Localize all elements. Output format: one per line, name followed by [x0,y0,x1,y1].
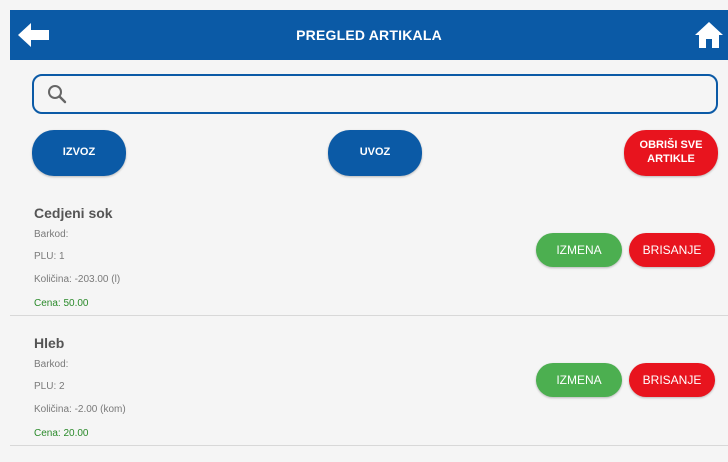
delete-all-items-button[interactable]: OBRIŠI SVE ARTIKLE [624,130,718,176]
list-item: Hleb Barkod: PLU: 2 Količina: -2.00 (kom… [10,317,728,446]
item-name: Hleb [34,335,65,351]
import-button[interactable]: UVOZ [328,130,422,176]
export-button[interactable]: IZVOZ [32,130,126,176]
delete-all-label-line1: OBRIŠI SVE [639,139,703,152]
edit-button-label: IZMENA [556,373,602,387]
delete-all-label-line2: ARTIKLE [647,153,695,165]
list-item: Cedjeni sok Barkod: PLU: 1 Količina: -20… [10,187,728,316]
back-arrow-icon [18,23,49,47]
item-quantity: Količina: -2.00 (kom) [34,404,126,415]
edit-button-label: IZMENA [556,243,602,257]
delete-button[interactable]: BRISANJE [629,233,715,267]
search-input[interactable] [68,76,716,112]
home-icon [695,22,723,48]
item-barcode: Barkod: [34,229,69,240]
app-header: PREGLED ARTIKALA [10,10,728,60]
item-plu: PLU: 2 [34,381,65,392]
item-quantity: Količina: -203.00 (l) [34,274,121,285]
item-plu: PLU: 1 [34,251,65,262]
page-title: PREGLED ARTIKALA [296,27,442,43]
delete-button-label: BRISANJE [642,243,702,257]
import-button-label: UVOZ [359,146,391,159]
delete-button[interactable]: BRISANJE [629,363,715,397]
home-button[interactable] [694,20,724,50]
edit-button[interactable]: IZMENA [536,233,622,267]
item-price: Cena: 20.00 [34,428,89,439]
search-bar[interactable] [32,74,718,114]
export-button-label: IZVOZ [62,146,96,159]
search-icon [48,85,67,104]
edit-button[interactable]: IZMENA [536,363,622,397]
item-name: Cedjeni sok [34,205,113,221]
item-price: Cena: 50.00 [34,298,89,309]
item-barcode: Barkod: [34,359,69,370]
back-button[interactable] [18,22,50,48]
delete-button-label: BRISANJE [642,373,702,387]
